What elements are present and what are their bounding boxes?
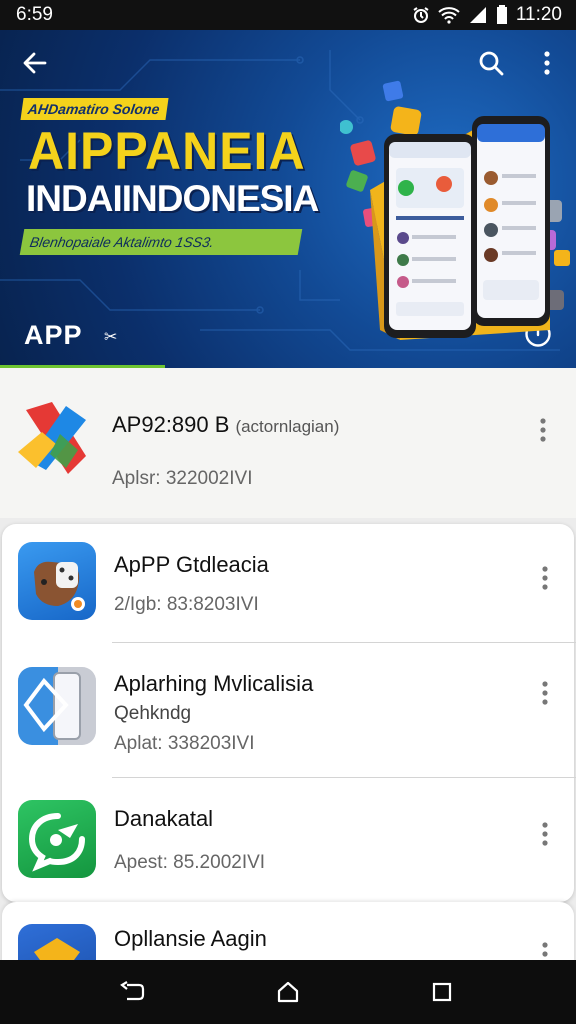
- phones-illustration: [340, 80, 570, 340]
- app-list: AP92:890 B (actornlagian) Aplsr: 322002IV…: [0, 368, 576, 960]
- hero-tag-bottom: Blenhopaiale Aktalimto 1SS3.: [19, 229, 303, 255]
- green-chat-app-icon: [18, 800, 96, 878]
- status-icons: 11:20: [412, 4, 562, 26]
- nav-home-button[interactable]: [268, 974, 308, 1010]
- golden-badge-app-icon: [18, 924, 96, 960]
- colorful-x-logo-icon: [16, 398, 94, 476]
- nav-back-button[interactable]: [112, 974, 152, 1010]
- alarm-icon: [413, 7, 429, 23]
- more-vert-icon: [542, 681, 548, 705]
- recents-icon: [432, 982, 452, 1002]
- more-vert-icon: [544, 51, 550, 75]
- item-more-button[interactable]: [530, 560, 560, 596]
- status-time: 6:59: [16, 4, 53, 25]
- wifi-icon: [438, 7, 460, 24]
- list-item[interactable]: ApPP Gtdleacia 2/Igb: 83:8203IVI: [2, 524, 574, 642]
- status-bar: 6:59 11:20: [0, 0, 576, 30]
- app-subtitle: Apest: 85.2002IVI: [114, 852, 266, 873]
- app-secondary: Qehkndg: [114, 703, 192, 724]
- list-item[interactable]: Opllansie Aagin: [2, 902, 574, 960]
- item-more-button[interactable]: [528, 412, 558, 448]
- item-more-button[interactable]: [530, 675, 560, 711]
- app-title: Aplarhing Mvlicalisia: [114, 671, 314, 696]
- phone-diamond-app-icon: [18, 667, 96, 745]
- app-card-partial: Opllansie Aagin: [2, 902, 574, 960]
- home-icon: [277, 981, 299, 1003]
- app-card-featured[interactable]: AP92:890 B (actornlagian) Aplsr: 322002IV…: [0, 368, 576, 518]
- overflow-menu-button[interactable]: [532, 46, 562, 80]
- status-clock: 11:20: [515, 4, 562, 25]
- app-title: ApPP Gtdleacia: [114, 552, 269, 577]
- hero-banner: AHDamatiro Solone AIPPANEIA INDAIINDONES…: [0, 30, 576, 368]
- app-subtitle: Aplsr: 322002IVI: [112, 468, 253, 489]
- signal-icon: [469, 7, 486, 23]
- hero-title: AIPPANEIA: [28, 121, 306, 181]
- app-card-group: ApPP Gtdleacia 2/Igb: 83:8203IVI Aplarhi…: [2, 524, 576, 902]
- search-icon: [479, 51, 504, 76]
- hero-subtitle: INDAIINDONESIA: [26, 178, 319, 219]
- list-item[interactable]: Aplarhing Mvlicalisia Qehkndg Aplat: 338…: [2, 643, 574, 777]
- list-item[interactable]: AP92:890 B (actornlagian) Aplsr: 322002IV…: [0, 368, 572, 518]
- hero-tag-top: AHDamatiro Solone: [20, 98, 170, 120]
- app-title-note: (actornlagian): [235, 417, 340, 436]
- more-vert-icon: [542, 822, 548, 846]
- more-vert-icon: [542, 942, 548, 957]
- hero-app-label: APP: [24, 320, 83, 350]
- list-item[interactable]: Danakatal Apest: 85.2002IVI: [2, 778, 574, 900]
- search-button[interactable]: [474, 46, 508, 80]
- more-vert-icon: [540, 418, 546, 442]
- app-title: Danakatal: [114, 806, 214, 831]
- app-subtitle: Aplat: 338203IVI: [114, 733, 255, 754]
- app-title: Opllansie Aagin: [114, 926, 267, 951]
- nav-recents-button[interactable]: [422, 974, 462, 1010]
- game-controller-app-icon: [18, 542, 96, 620]
- item-more-button[interactable]: [530, 816, 560, 852]
- app-title: AP92:890 B: [112, 412, 230, 437]
- battery-icon: [496, 5, 507, 24]
- hero-app-symbol: ✂: [104, 329, 118, 346]
- system-nav-bar: [0, 960, 576, 1024]
- nav-back-icon: [120, 981, 145, 1001]
- item-more-button[interactable]: [530, 936, 560, 960]
- more-vert-icon: [542, 566, 548, 590]
- app-subtitle: 2/Igb: 83:8203IVI: [114, 594, 259, 615]
- back-button[interactable]: [18, 46, 52, 80]
- arrow-left-icon: [23, 52, 47, 74]
